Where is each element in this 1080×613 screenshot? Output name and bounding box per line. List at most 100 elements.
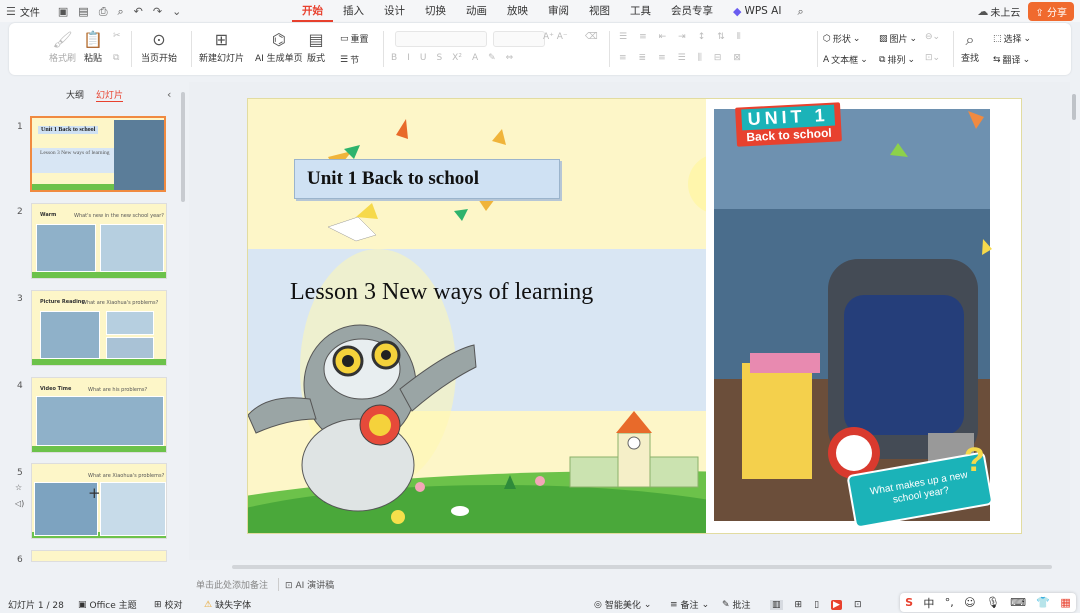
notes-placeholder[interactable]: 单击此处添加备注 xyxy=(196,578,268,591)
align-text-icon[interactable]: ⊟ xyxy=(714,53,722,63)
lesson-title[interactable]: Lesson 3 New ways of learning xyxy=(290,279,593,306)
save-icon[interactable]: ▣ xyxy=(58,6,68,17)
customize-chevron-icon[interactable]: ⌄ xyxy=(172,6,181,17)
tab-transitions[interactable]: 切换 xyxy=(415,0,456,22)
vertical-scrollbar[interactable] xyxy=(1072,94,1076,120)
file-menu[interactable]: ☰ 文件 xyxy=(0,4,40,19)
font-name-select[interactable] xyxy=(395,31,487,47)
tab-home[interactable]: 开始 xyxy=(292,0,333,22)
clear-format-icon[interactable]: ⌫ xyxy=(585,32,598,42)
indent-decrease-icon[interactable]: ⇤ xyxy=(659,32,667,42)
font-size-select[interactable] xyxy=(493,31,545,47)
strikethrough-icon[interactable]: S xyxy=(436,53,442,63)
indent-increase-icon[interactable]: ⇥ xyxy=(678,32,686,42)
smartart-icon[interactable]: ⊠ xyxy=(733,53,741,63)
section-button[interactable]: ☰ 节 xyxy=(340,53,359,67)
notes-toggle[interactable]: ≡ 备注 ⌄ xyxy=(670,598,709,612)
font-color-icon[interactable]: A xyxy=(472,53,478,63)
cut-icon[interactable]: ✂ xyxy=(113,31,121,41)
undo-icon[interactable]: ↶ xyxy=(134,6,143,17)
tab-review[interactable]: 审阅 xyxy=(538,0,579,22)
pane-scrollbar[interactable] xyxy=(181,92,185,202)
ai-speech-button[interactable]: ⊡ AI 演讲稿 xyxy=(278,577,334,591)
line-spacing-icon[interactable]: ↕ xyxy=(698,32,706,42)
fill-icon[interactable]: ⊖⌄ xyxy=(925,32,940,42)
theme-indicator[interactable]: ▣ Office 主题 xyxy=(78,598,137,612)
underline-icon[interactable]: U xyxy=(420,53,427,63)
char-spacing-icon[interactable]: ⇔ xyxy=(506,53,514,63)
collapse-pane-icon[interactable]: ‹ xyxy=(167,88,171,101)
tab-design[interactable]: 设计 xyxy=(374,0,415,22)
tab-insert[interactable]: 插入 xyxy=(333,0,374,22)
tab-slideshow[interactable]: 放映 xyxy=(497,0,538,22)
ime-lang[interactable]: 中 xyxy=(923,595,934,611)
tab-slides[interactable]: 幻灯片 xyxy=(96,88,124,102)
export-pdf-icon[interactable]: ▤ xyxy=(78,6,88,17)
redo-icon[interactable]: ↷ xyxy=(153,6,162,17)
share-button[interactable]: ⇪ 分享 xyxy=(1028,2,1074,21)
tab-member[interactable]: 会员专享 xyxy=(661,0,723,22)
add-slide-button[interactable]: + xyxy=(88,484,101,502)
find-button[interactable]: ⌕ 查找 xyxy=(961,29,979,64)
emoji-icon[interactable]: ☺ xyxy=(964,596,975,609)
grid-menu-icon[interactable]: ▦ xyxy=(1060,596,1070,609)
superscript-icon[interactable]: X² xyxy=(452,53,462,63)
translate-button[interactable]: ⇆ 翻译 ⌄ xyxy=(993,53,1030,67)
ime-logo[interactable]: S xyxy=(905,596,913,609)
bullets-icon[interactable]: ☰ xyxy=(619,32,627,42)
tab-view[interactable]: 视图 xyxy=(579,0,620,22)
textbox-button[interactable]: A 文本框 ⌄ xyxy=(823,53,868,67)
print-icon[interactable]: ⎙ xyxy=(99,6,108,17)
numbering-icon[interactable]: ≡ xyxy=(639,32,647,42)
slide-thumbnail-6[interactable] xyxy=(31,550,167,562)
ai-page-button[interactable]: ⌬ AI 生成单页 xyxy=(255,29,303,64)
font-style-buttons[interactable]: B I U S X² A ✎ ⇔ xyxy=(391,53,513,63)
punctuation-icon[interactable]: °, xyxy=(945,596,954,609)
skin-icon[interactable]: 👕 xyxy=(1036,596,1050,609)
italic-icon[interactable]: I xyxy=(407,53,410,63)
reading-view-icon[interactable]: ▯ xyxy=(814,600,819,610)
distribute-icon[interactable]: ⫼ xyxy=(698,53,702,63)
picture-button[interactable]: ▨ 图片 ⌄ xyxy=(879,32,917,46)
cloud-status[interactable]: ☁ 未上云 xyxy=(977,4,1020,19)
microphone-icon[interactable]: 🎙 xyxy=(986,596,1000,609)
layout-button[interactable]: ▤ 版式 xyxy=(307,29,325,64)
grow-font-icon[interactable]: A⁺ A⁻ xyxy=(543,32,568,42)
keyboard-icon[interactable]: ⌨ xyxy=(1010,596,1026,609)
paste-button[interactable]: 📋 粘贴 xyxy=(83,29,103,64)
tab-outline[interactable]: 大纲 xyxy=(66,88,84,102)
print-preview-icon[interactable]: ⌕ xyxy=(118,6,124,17)
search-icon[interactable]: ⌕ xyxy=(797,6,803,17)
shape-button[interactable]: ⬡ 形状 ⌄ xyxy=(823,32,860,46)
copy-icon[interactable]: ⧉ xyxy=(113,53,119,63)
proofread-button[interactable]: ⊞ 校对 xyxy=(154,598,183,612)
slide-content[interactable]: UNIT 1 Back to school Unit 1 Back to sch… xyxy=(247,98,1022,534)
reset-button[interactable]: ▭ 重置 xyxy=(340,32,369,46)
beautify-button[interactable]: ◎ 智能美化 ⌄ xyxy=(594,598,651,612)
sorter-view-icon[interactable]: ⊞ xyxy=(795,600,803,610)
align-right-icon[interactable]: ≡ xyxy=(658,53,666,63)
normal-view-icon[interactable]: ▥ xyxy=(770,599,783,610)
select-button[interactable]: ⬚ 选择 ⌄ xyxy=(993,32,1031,46)
slide-thumbnail-1[interactable]: Unit 1 Back to school Lesson 3 New ways … xyxy=(30,116,166,192)
new-slide-button[interactable]: ⊞ 新建幻灯片 xyxy=(199,29,244,64)
slideshow-icon[interactable]: ▶ xyxy=(831,599,842,610)
slide-thumbnail-2[interactable]: Warm What's new in the new school year? xyxy=(31,203,167,279)
highlight-icon[interactable]: ✎ xyxy=(488,53,496,63)
format-painter-button[interactable]: 🖌 格式刷 xyxy=(49,29,76,64)
horizontal-scrollbar[interactable] xyxy=(232,565,1052,569)
missing-font-button[interactable]: ⚠ 缺失字体 xyxy=(204,598,251,612)
title-box[interactable]: Unit 1 Back to school xyxy=(294,159,560,199)
slide-thumbnail-4[interactable]: Video Time What are his problems? xyxy=(31,377,167,453)
fit-window-icon[interactable]: ⊡ xyxy=(854,600,862,610)
tab-wps-ai[interactable]: ◆ WPS AI xyxy=(723,0,791,22)
columns-icon[interactable]: ⫴ xyxy=(737,32,741,42)
tab-tools[interactable]: 工具 xyxy=(620,0,661,22)
align-left-icon[interactable]: ≡ xyxy=(619,53,627,63)
from-current-button[interactable]: ⊙ 当页开始 xyxy=(141,29,177,64)
tab-animations[interactable]: 动画 xyxy=(456,0,497,22)
arrange-button[interactable]: ⧉ 排列 ⌄ xyxy=(879,53,915,67)
outline-icon[interactable]: ⊡⌄ xyxy=(925,53,940,63)
text-direction-icon[interactable]: ⇅ xyxy=(717,32,725,42)
slide-thumbnail-3[interactable]: Picture Reading What are Xiaohua's probl… xyxy=(31,290,167,366)
